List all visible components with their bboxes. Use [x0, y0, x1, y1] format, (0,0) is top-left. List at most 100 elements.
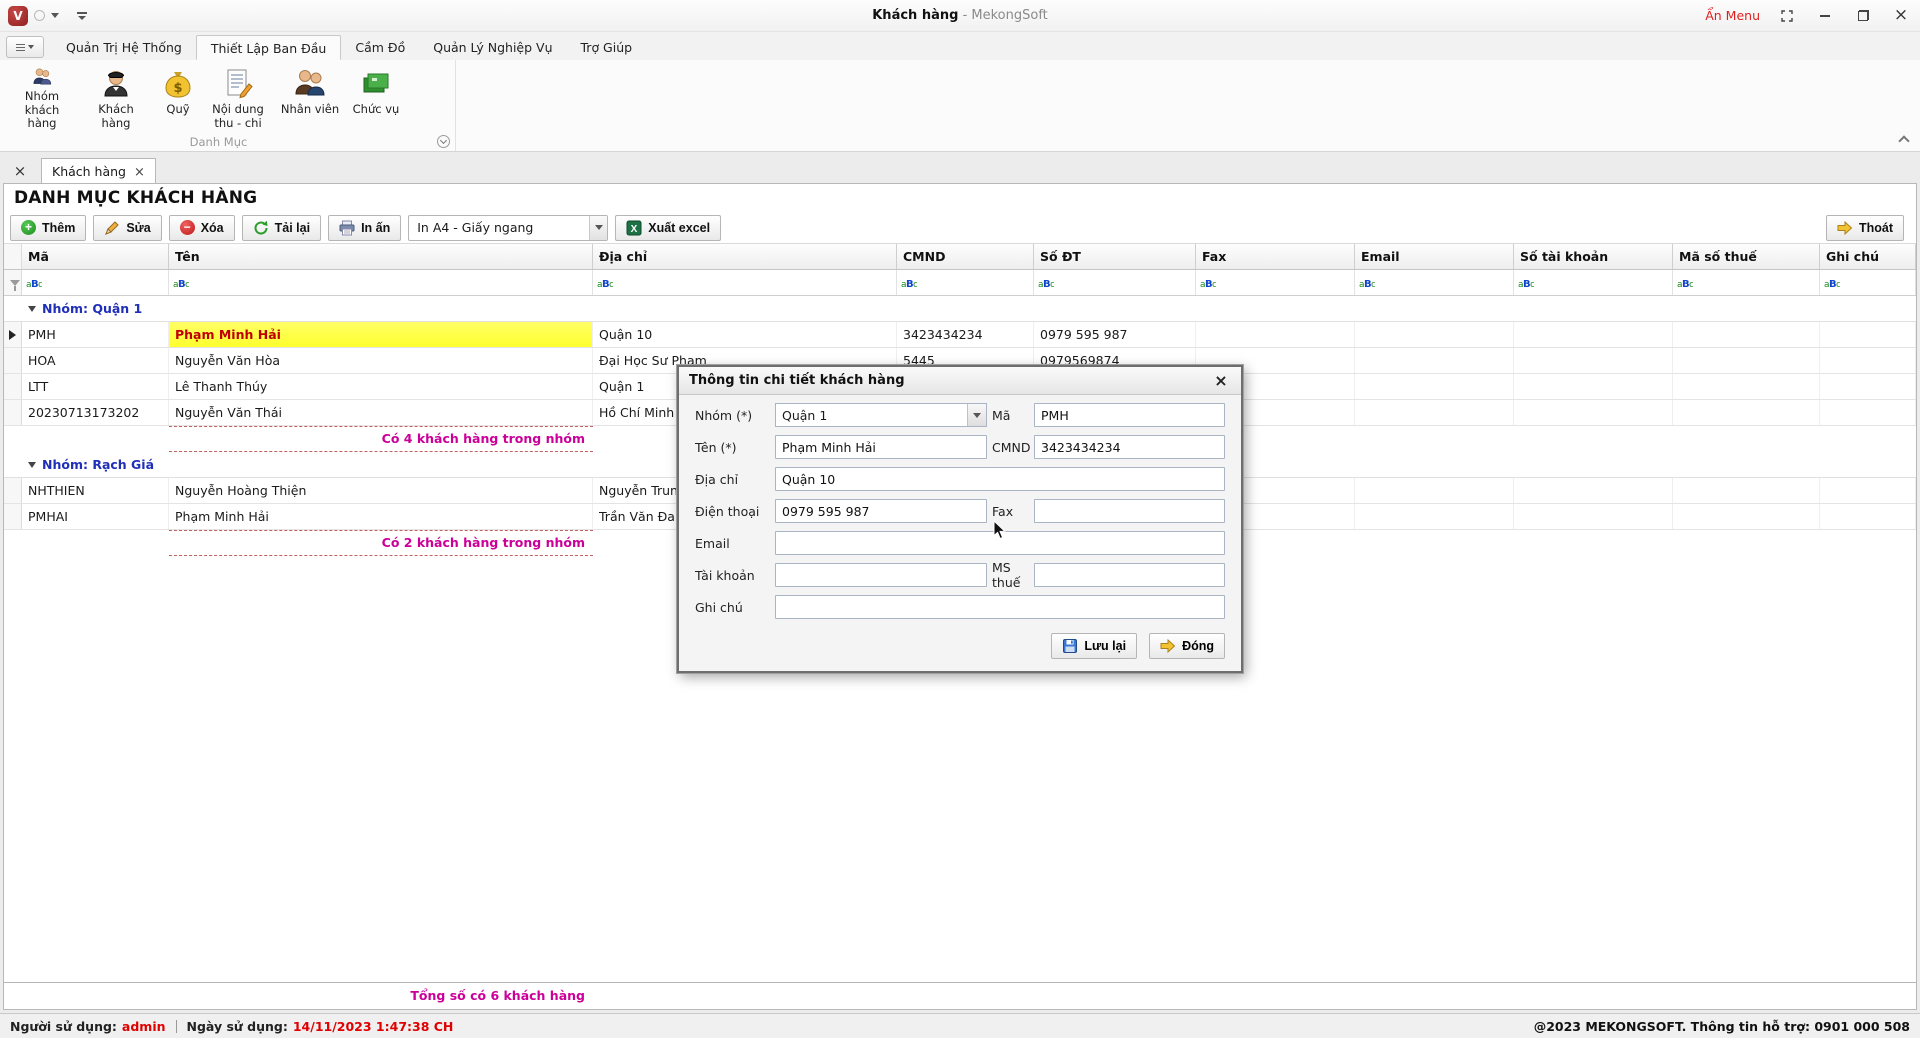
collapse-group-icon[interactable]	[28, 306, 36, 312]
ribbon-collapse-icon[interactable]	[1898, 135, 1909, 146]
ribbon-item-position[interactable]: Chức vụ	[348, 64, 404, 133]
note-field[interactable]	[775, 595, 1225, 619]
filter-cell-ghi-chu[interactable]: aBc	[1820, 270, 1916, 295]
filter-cell-so-dt[interactable]: aBc	[1034, 270, 1196, 295]
print-button[interactable]: In ấn	[328, 215, 401, 241]
minimize-icon[interactable]	[1814, 6, 1836, 26]
ribbon-tab-system-admin[interactable]: Quản Trị Hệ Thống	[52, 35, 196, 60]
collapse-group-icon[interactable]	[28, 462, 36, 468]
close-all-tabs-icon[interactable]	[9, 161, 31, 181]
doc-tab-khach-hang[interactable]: Khách hàng	[41, 158, 156, 184]
cell-cmnd: 3423434234	[897, 322, 1034, 347]
col-header-ma[interactable]: Mã	[22, 244, 169, 269]
id-card-label: CMND	[987, 440, 1034, 455]
dialog-close-icon[interactable]	[1211, 371, 1231, 390]
ribbon-tab-help[interactable]: Trợ Giúp	[567, 35, 647, 60]
add-button[interactable]: Thêm	[10, 215, 86, 241]
col-header-ten[interactable]: Tên	[169, 244, 593, 269]
grid-header-row: Mã Tên Địa chỉ CMND Số ĐT Fax Email Số t…	[4, 244, 1916, 270]
group-select[interactable]: Quận 1	[775, 403, 987, 427]
tax-code-field[interactable]	[1034, 563, 1225, 587]
phone-field[interactable]	[775, 499, 987, 523]
filter-cell-ma[interactable]: aBc	[22, 270, 169, 295]
quick-access-circle-icon[interactable]	[34, 10, 45, 21]
id-card-field[interactable]	[1034, 435, 1225, 459]
filter-cell-fax[interactable]: aBc	[1196, 270, 1355, 295]
autofilter-abc-icon: aBc	[1200, 277, 1216, 289]
dialog-title-bar[interactable]: Thông tin chi tiết khách hàng	[679, 367, 1241, 395]
address-field[interactable]	[775, 467, 1225, 491]
col-header-fax[interactable]: Fax	[1196, 244, 1355, 269]
col-header-so-tai-khoan[interactable]: Số tài khoản	[1514, 244, 1673, 269]
ribbon-group-options-icon[interactable]	[437, 135, 450, 148]
print-format-select[interactable]: In A4 - Giấy ngang	[408, 215, 608, 241]
col-header-ghi-chu[interactable]: Ghi chú	[1820, 244, 1916, 269]
export-excel-button[interactable]: X Xuất excel	[615, 215, 721, 241]
reload-button[interactable]: Tải lại	[242, 215, 321, 241]
exit-button[interactable]: Thoát	[1826, 215, 1904, 241]
fullscreen-icon[interactable]	[1776, 6, 1798, 26]
app-logo-icon: V	[8, 6, 28, 26]
chevron-down-icon[interactable]	[967, 404, 986, 426]
cell-so-tai-khoan	[1514, 348, 1673, 373]
filter-cell-cmnd[interactable]: aBc	[897, 270, 1034, 295]
close-icon[interactable]	[1890, 6, 1912, 26]
address-label: Địa chỉ	[695, 472, 775, 487]
col-header-ma-so-thue[interactable]: Mã số thuế	[1673, 244, 1820, 269]
ribbon-item-staff[interactable]: Nhân viên	[276, 64, 344, 133]
application-menu-button[interactable]	[6, 36, 44, 58]
window-list-icon	[16, 44, 25, 51]
filter-cell-ma-so-thue[interactable]: aBc	[1673, 270, 1820, 295]
autofilter-abc-icon: aBc	[597, 277, 613, 289]
ribbon-tab-business[interactable]: Quản Lý Nghiệp Vụ	[419, 35, 566, 60]
delete-button[interactable]: Xóa	[169, 215, 235, 241]
group-summary-text: Có 2 khách hàng trong nhóm	[169, 530, 593, 556]
cell-so-tai-khoan	[1514, 374, 1673, 399]
table-row[interactable]: PMH Phạm Minh Hải Quận 10 3423434234 097…	[4, 322, 1916, 348]
toolbar: Thêm Sửa Xóa Tải lại	[4, 212, 1916, 244]
filter-cell-email[interactable]: aBc	[1355, 270, 1514, 295]
ribbon-group-caption: Danh Mục	[0, 135, 437, 149]
plus-icon	[21, 220, 36, 235]
col-header-so-dt[interactable]: Số ĐT	[1034, 244, 1196, 269]
ribbon-item-income-expense[interactable]: Nội dung thu - chi	[204, 64, 272, 133]
restore-icon[interactable]	[1852, 6, 1874, 26]
ribbon-item-customer-group[interactable]: Nhóm khách hàng	[8, 64, 76, 133]
quick-access-dropdown-icon[interactable]	[51, 13, 59, 18]
ribbon-item-fund[interactable]: $ Quỹ	[156, 64, 200, 133]
autofilter-abc-icon: aBc	[1038, 277, 1054, 289]
close-tab-icon[interactable]	[134, 164, 145, 180]
col-header-dia-chi[interactable]: Địa chỉ	[593, 244, 897, 269]
save-button[interactable]: Lưu lại	[1051, 633, 1137, 659]
cell-ma-so-thue	[1673, 478, 1820, 503]
group-row-quan-1[interactable]: Nhóm: Quận 1	[4, 296, 1916, 322]
customize-toolbar-icon[interactable]	[77, 12, 87, 20]
ribbon-item-customer[interactable]: Khách hàng	[80, 64, 152, 133]
ribbon-tab-initial-setup[interactable]: Thiết Lập Ban Đầu	[196, 35, 342, 60]
cell-ma-so-thue	[1673, 504, 1820, 529]
filter-cell-dia-chi[interactable]: aBc	[593, 270, 897, 295]
edit-button[interactable]: Sửa	[93, 215, 161, 241]
customer-icon	[99, 66, 133, 100]
ribbon-tab-pawn[interactable]: Cầm Đồ	[341, 35, 419, 60]
cell-email	[1355, 374, 1514, 399]
account-field[interactable]	[775, 563, 987, 587]
close-dialog-button[interactable]: Đóng	[1149, 633, 1225, 659]
svg-text:c: c	[913, 280, 917, 289]
filter-cell-so-tai-khoan[interactable]: aBc	[1514, 270, 1673, 295]
col-header-cmnd[interactable]: CMND	[897, 244, 1034, 269]
svg-text:c: c	[1050, 280, 1054, 289]
svg-text:c: c	[1689, 280, 1693, 289]
hide-menu-link[interactable]: Ẩn Menu	[1705, 8, 1760, 23]
cell-so-tai-khoan	[1514, 478, 1673, 503]
name-field[interactable]	[775, 435, 987, 459]
filter-cell-ten[interactable]: aBc	[169, 270, 593, 295]
code-field[interactable]	[1034, 403, 1225, 427]
cell-ma: LTT	[22, 374, 169, 399]
grid-total-row: Tổng số có 6 khách hàng	[4, 982, 1916, 1009]
col-header-email[interactable]: Email	[1355, 244, 1514, 269]
window-title: Khách hàng - MekongSoft	[872, 8, 1048, 23]
fax-field[interactable]	[1034, 499, 1225, 523]
chevron-down-icon[interactable]	[589, 216, 607, 240]
cell-so-tai-khoan	[1514, 400, 1673, 425]
